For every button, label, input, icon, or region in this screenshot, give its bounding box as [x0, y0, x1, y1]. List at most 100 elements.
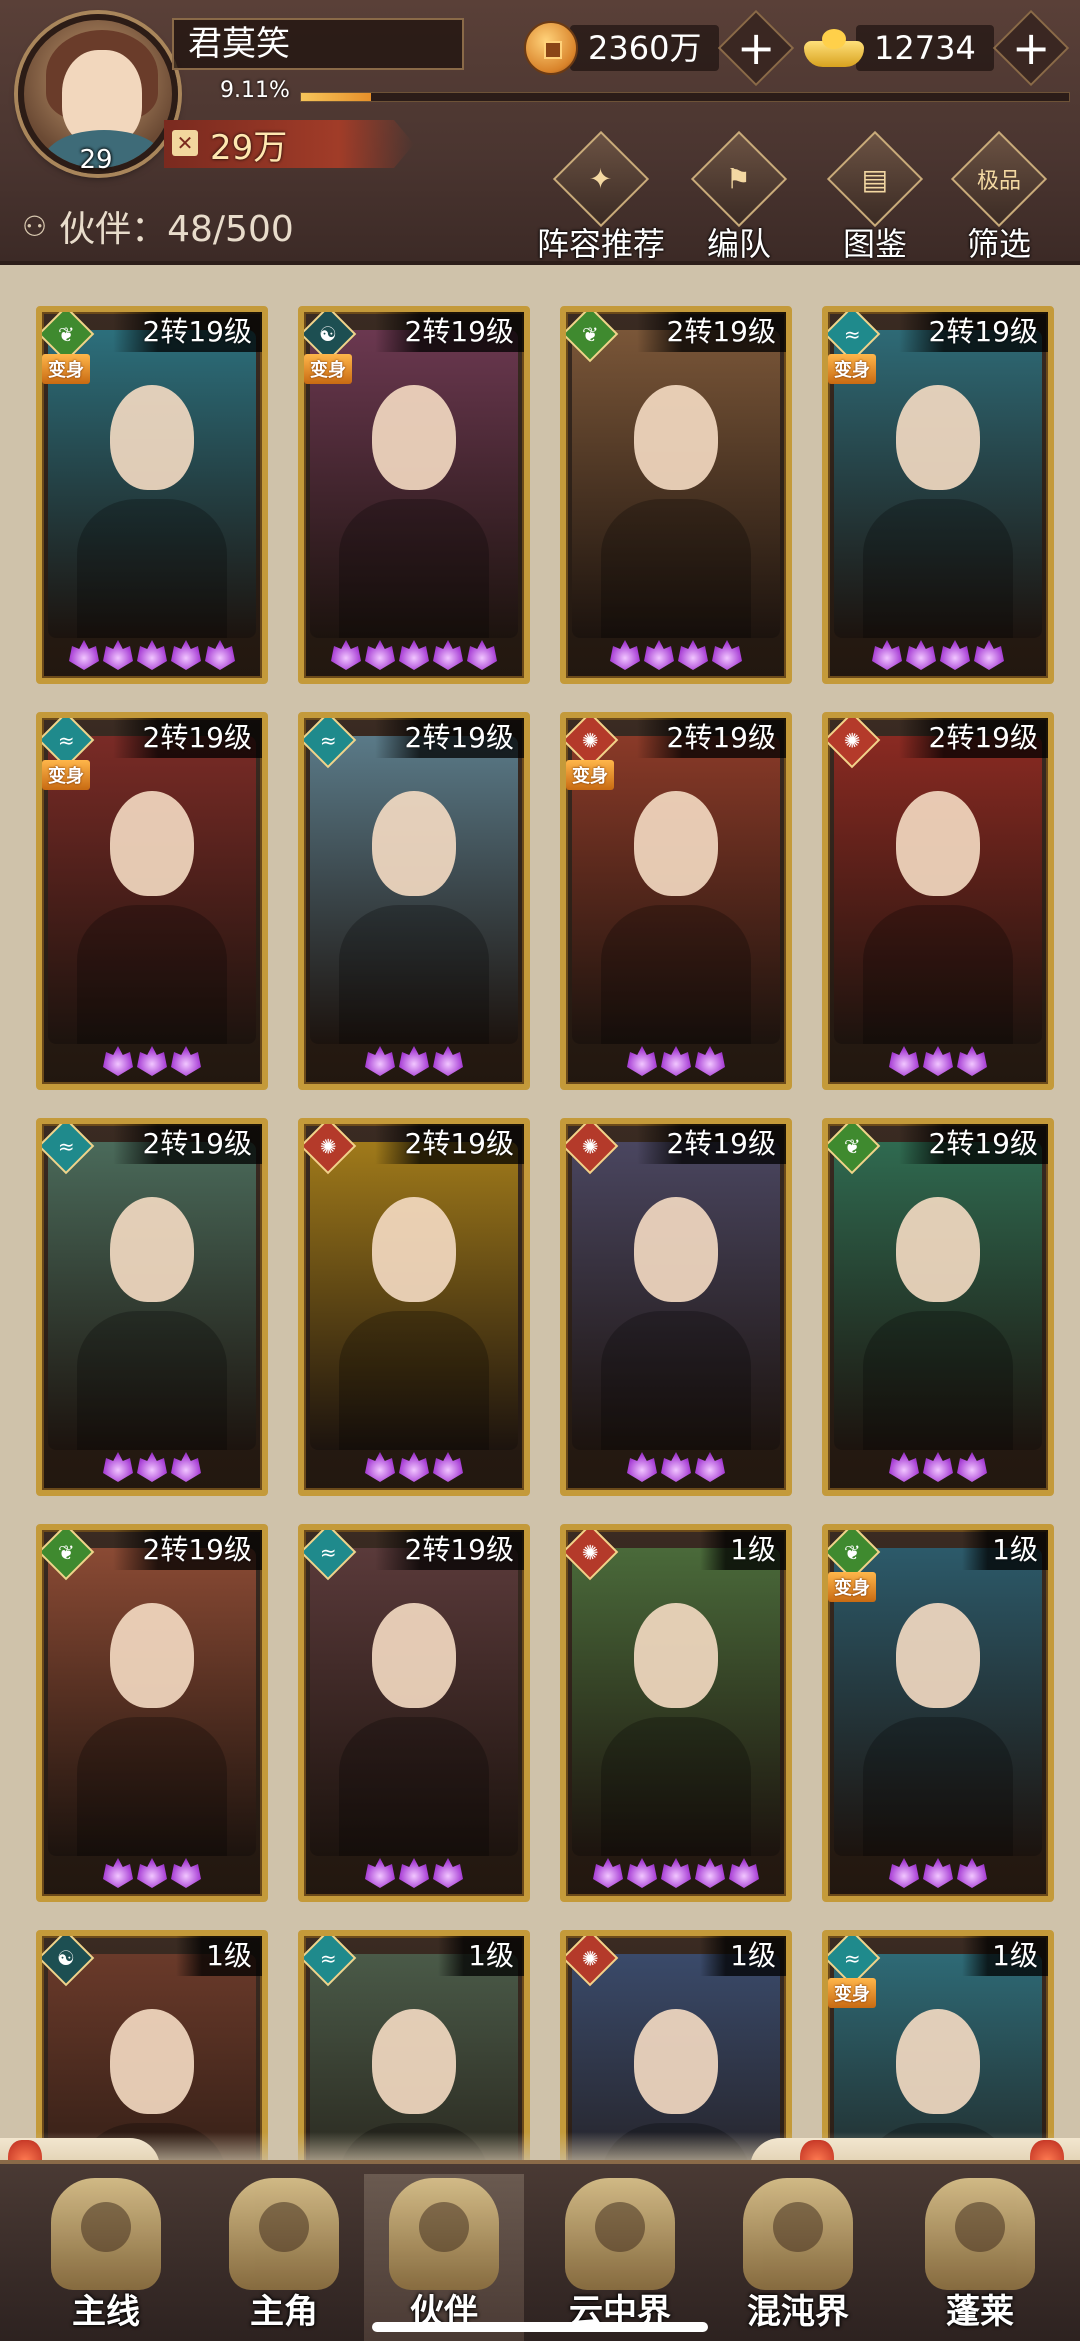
- codex-button[interactable]: ▤ 图鉴: [820, 130, 930, 263]
- purple-flame-star-icon: [137, 640, 167, 670]
- partner-level: 2转19级: [898, 718, 1048, 758]
- partner-card[interactable]: ✺ 2转19级 变身: [560, 712, 792, 1090]
- partner-card[interactable]: ≈2转19级: [36, 1118, 268, 1496]
- partner-card[interactable]: ✺ 2转19级: [560, 1118, 792, 1496]
- star-rating: [828, 1858, 1048, 1892]
- purple-flame-star-icon: [103, 1858, 133, 1888]
- star-rating: [304, 1858, 524, 1892]
- star-rating: [42, 1858, 262, 1892]
- partner-card[interactable]: ❦ 2转19级 变身: [36, 306, 268, 684]
- formation-button[interactable]: ⚑ 编队: [684, 130, 794, 263]
- purple-flame-star-icon: [593, 1858, 623, 1888]
- partner-card[interactable]: ☯ 2转19级 变身: [298, 306, 530, 684]
- purple-flame-star-icon: [906, 640, 936, 670]
- star-rating: [304, 1046, 524, 1080]
- partner-count-text: 伙伴：48/500: [59, 209, 294, 250]
- star-rating: [304, 640, 524, 674]
- purple-flame-star-icon: [923, 1858, 953, 1888]
- partner-card[interactable]: ≈2转19级: [298, 712, 530, 1090]
- copper-coin-icon: [524, 21, 578, 75]
- purple-flame-star-icon: [695, 1452, 725, 1482]
- star-rating: [566, 1858, 786, 1892]
- partner-card[interactable]: ✺ 1级: [560, 1524, 792, 1902]
- partner-card[interactable]: ✺ 2转19级: [298, 1118, 530, 1496]
- codex-scroll-icon: ▤: [826, 130, 924, 228]
- purple-flame-star-icon: [399, 1046, 429, 1076]
- purple-flame-star-icon: [399, 1452, 429, 1482]
- purple-flame-star-icon: [889, 1452, 919, 1482]
- partner-card[interactable]: ❦ 1级 变身: [822, 1524, 1054, 1902]
- star-rating: [828, 640, 1048, 674]
- purple-flame-star-icon: [627, 1046, 657, 1076]
- purple-flame-star-icon: [365, 1046, 395, 1076]
- partner-portrait: [572, 1142, 780, 1450]
- partner-portrait: [48, 1548, 256, 1856]
- partner-card[interactable]: ❦ 2转19级: [36, 1524, 268, 1902]
- purple-flame-star-icon: [712, 640, 742, 670]
- partner-level: 1级: [438, 1936, 524, 1976]
- purple-flame-star-icon: [331, 640, 361, 670]
- partner-portrait: [834, 1142, 1042, 1450]
- partner-card[interactable]: ❦ 2转19级: [560, 306, 792, 684]
- purple-flame-star-icon: [957, 1858, 987, 1888]
- partner-level: 2转19级: [898, 312, 1048, 352]
- purple-flame-star-icon: [661, 1046, 691, 1076]
- add-copper-button[interactable]: +: [718, 9, 795, 87]
- purple-flame-star-icon: [399, 640, 429, 670]
- nav-item-cloud-realm[interactable]: 云中界: [540, 2174, 700, 2341]
- nav-item-hero[interactable]: 主角: [204, 2174, 364, 2341]
- nav-item-label: 混沌界: [747, 2292, 849, 2332]
- star-rating: [566, 640, 786, 674]
- purple-flame-star-icon: [103, 640, 133, 670]
- copper-currency: 2360万 +: [524, 9, 795, 87]
- partner-level: 2转19级: [898, 1124, 1048, 1164]
- partner-card[interactable]: ❦ 2转19级: [822, 1118, 1054, 1496]
- partner-level: 1级: [962, 1936, 1048, 1976]
- penglai-icon: [925, 2178, 1035, 2290]
- purple-flame-star-icon: [661, 1858, 691, 1888]
- purple-flame-star-icon: [957, 1046, 987, 1076]
- purple-flame-star-icon: [627, 1858, 657, 1888]
- purple-flame-star-icon: [695, 1046, 725, 1076]
- partner-level: 2转19级: [374, 718, 524, 758]
- partner-portrait: [310, 736, 518, 1044]
- partner-portrait: [310, 1548, 518, 1856]
- partner-card[interactable]: ≈2转19级 变身: [36, 712, 268, 1090]
- nav-item-main-quest[interactable]: 主线: [26, 2174, 186, 2341]
- purple-flame-star-icon: [889, 1858, 919, 1888]
- star-rating: [566, 1452, 786, 1486]
- home-indicator[interactable]: [372, 2322, 708, 2332]
- purple-flame-star-icon: [137, 1046, 167, 1076]
- partners-icon: ⚇: [22, 209, 48, 243]
- purple-flame-star-icon: [678, 640, 708, 670]
- partner-card[interactable]: ≈2转19级 变身: [822, 306, 1054, 684]
- partner-level: 1级: [700, 1530, 786, 1570]
- star-rating: [42, 1452, 262, 1486]
- star-rating: [566, 1046, 786, 1080]
- partner-card[interactable]: ≈2转19级: [298, 1524, 530, 1902]
- lineup-recommend-button[interactable]: ✦ 阵容推荐: [526, 130, 676, 263]
- partner-level: 2转19级: [112, 1530, 262, 1570]
- star-rating: [304, 1452, 524, 1486]
- nav-item-penglai[interactable]: 蓬莱: [900, 2174, 1060, 2341]
- lineup-recommend-icon: ✦: [552, 130, 650, 228]
- transform-badge: 变身: [828, 1978, 876, 2008]
- nav-item-chaos-realm[interactable]: 混沌界: [718, 2174, 878, 2341]
- gold-currency: 12734 +: [804, 9, 1069, 87]
- purple-flame-star-icon: [889, 1046, 919, 1076]
- purple-flame-star-icon: [974, 640, 1004, 670]
- partner-level: 2转19级: [636, 312, 786, 352]
- partner-portrait: [572, 330, 780, 638]
- filter-button[interactable]: 极品 筛选: [944, 130, 1054, 263]
- transform-badge: 变身: [42, 760, 90, 790]
- nav-item-partner[interactable]: 伙伴: [364, 2174, 524, 2341]
- add-gold-button[interactable]: +: [992, 9, 1069, 87]
- partner-card[interactable]: ✺ 2转19级: [822, 712, 1054, 1090]
- partner-portrait: [834, 736, 1042, 1044]
- chaos-realm-icon: [743, 2178, 853, 2290]
- combat-power-icon: ✕: [172, 130, 198, 156]
- gold-ingot-icon: [804, 25, 864, 71]
- cloud-realm-icon: [565, 2178, 675, 2290]
- main-quest-icon: [51, 2178, 161, 2290]
- partner-icon: [389, 2178, 499, 2290]
